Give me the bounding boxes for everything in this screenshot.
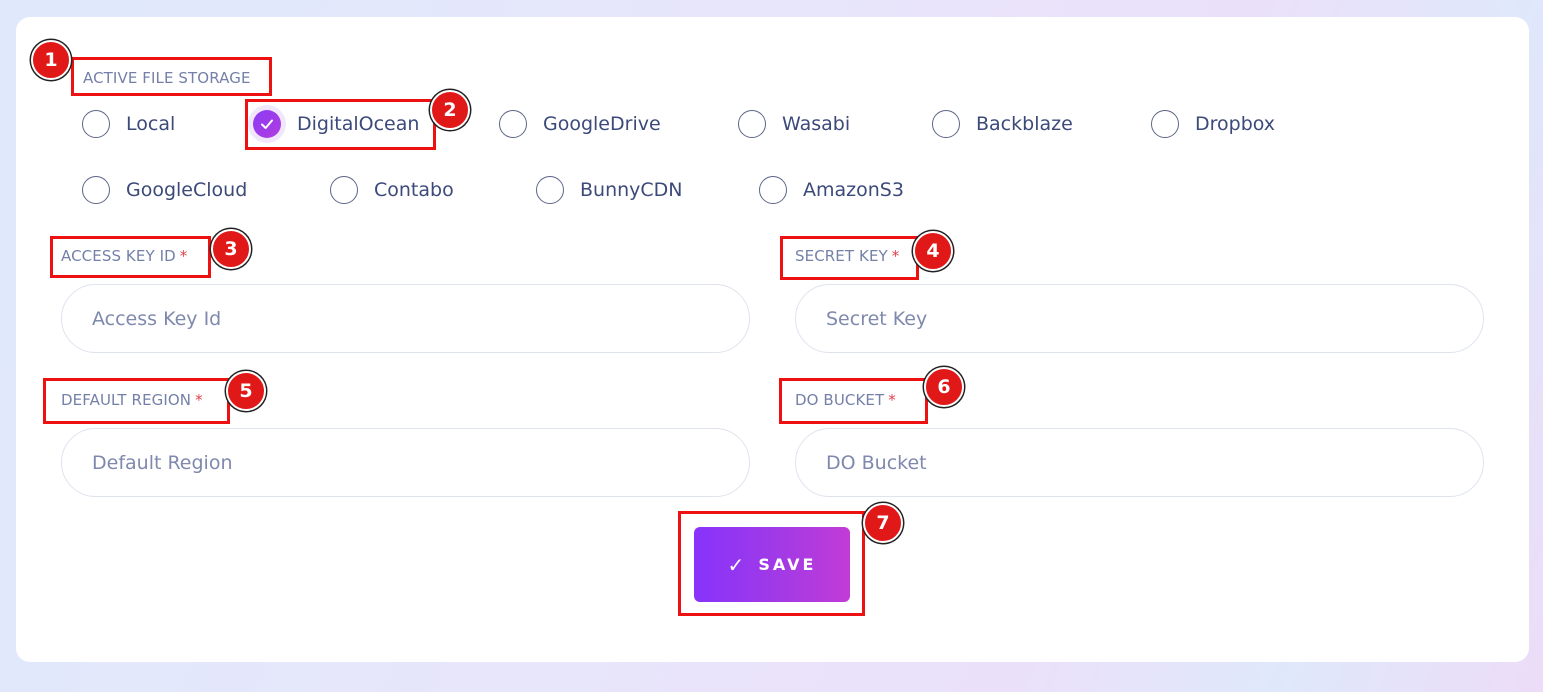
radio-contabo[interactable]: Contabo bbox=[330, 175, 454, 205]
access-key-id-label-text: ACCESS KEY ID bbox=[61, 247, 176, 265]
check-icon: ✓ bbox=[727, 552, 745, 577]
radio-checked-icon bbox=[253, 110, 281, 138]
radio-backblaze[interactable]: Backblaze bbox=[932, 109, 1073, 139]
radio-amazons3[interactable]: AmazonS3 bbox=[759, 175, 904, 205]
radio-wasabi[interactable]: Wasabi bbox=[738, 109, 850, 139]
active-file-storage-label: ACTIVE FILE STORAGE bbox=[83, 69, 251, 87]
do-bucket-label-text: DO BUCKET bbox=[795, 391, 885, 409]
radio-label-local: Local bbox=[126, 113, 176, 135]
radio-circle-icon bbox=[738, 110, 766, 138]
radio-label-digitalocean: DigitalOcean bbox=[297, 113, 420, 135]
radio-circle-icon bbox=[759, 176, 787, 204]
radio-circle-icon bbox=[330, 176, 358, 204]
default-region-label: DEFAULT REGION * bbox=[61, 391, 203, 409]
default-region-input[interactable] bbox=[61, 428, 750, 497]
radio-dropbox[interactable]: Dropbox bbox=[1151, 109, 1275, 139]
radio-label-wasabi: Wasabi bbox=[782, 113, 851, 135]
do-bucket-label: DO BUCKET * bbox=[795, 391, 896, 409]
radio-circle-icon bbox=[82, 110, 110, 138]
default-region-label-text: DEFAULT REGION bbox=[61, 391, 192, 409]
save-button[interactable]: ✓ SAVE bbox=[694, 527, 850, 602]
radio-label-bunnycdn: BunnyCDN bbox=[580, 179, 683, 201]
radio-label-amazons3: AmazonS3 bbox=[803, 179, 904, 201]
radio-local[interactable]: Local bbox=[82, 109, 175, 139]
secret-key-input[interactable] bbox=[795, 284, 1484, 353]
radio-label-googlecloud: GoogleCloud bbox=[126, 179, 248, 201]
required-mark: * bbox=[195, 391, 203, 409]
access-key-id-input[interactable] bbox=[61, 284, 750, 353]
radio-digitalocean[interactable]: DigitalOcean bbox=[253, 109, 419, 139]
radio-circle-icon bbox=[932, 110, 960, 138]
radio-circle-icon bbox=[82, 176, 110, 204]
radio-circle-icon bbox=[536, 176, 564, 204]
do-bucket-input[interactable] bbox=[795, 428, 1484, 497]
radio-label-dropbox: Dropbox bbox=[1195, 113, 1276, 135]
secret-key-label-text: SECRET KEY bbox=[795, 247, 888, 265]
access-key-id-label: ACCESS KEY ID * bbox=[61, 247, 187, 265]
required-mark: * bbox=[888, 391, 896, 409]
secret-key-label: SECRET KEY * bbox=[795, 247, 899, 265]
radio-label-googledrive: GoogleDrive bbox=[543, 113, 661, 135]
required-mark: * bbox=[179, 247, 188, 265]
radio-label-backblaze: Backblaze bbox=[976, 113, 1073, 135]
radio-label-contabo: Contabo bbox=[374, 179, 454, 201]
radio-circle-icon bbox=[499, 110, 527, 138]
radio-googlecloud[interactable]: GoogleCloud bbox=[82, 175, 247, 205]
storage-settings-card: ACTIVE FILE STORAGE Local DigitalOcean G… bbox=[16, 17, 1529, 662]
radio-googledrive[interactable]: GoogleDrive bbox=[499, 109, 661, 139]
radio-circle-icon bbox=[1151, 110, 1179, 138]
save-button-label: SAVE bbox=[758, 555, 817, 574]
radio-bunnycdn[interactable]: BunnyCDN bbox=[536, 175, 683, 205]
required-mark: * bbox=[891, 247, 900, 265]
